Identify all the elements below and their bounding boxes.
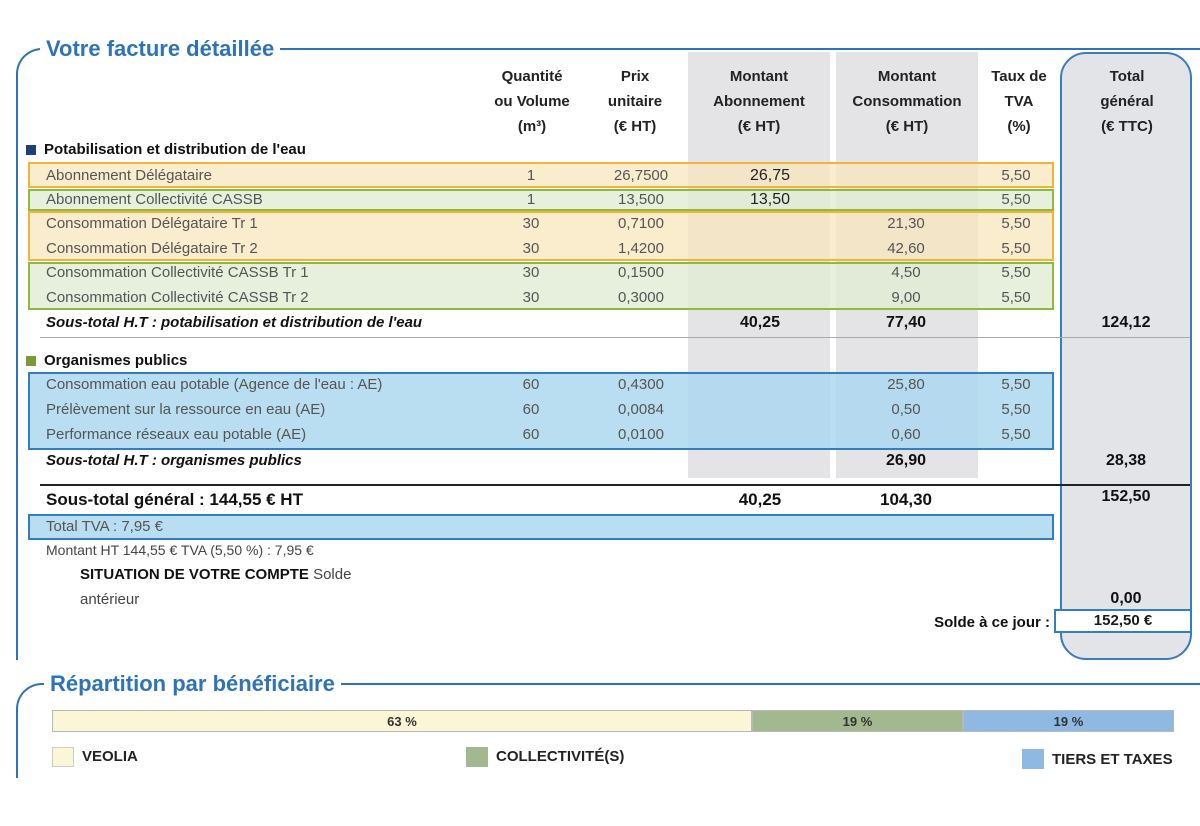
legend-tiers-swatch [1022,749,1044,769]
cell-abo: 13,50 [749,191,791,208]
cell-label: Abonnement Collectivité CASSB [46,191,263,208]
general-subtotal-conso: 104,30 [880,490,932,509]
cell-pu: 0,0084 [618,401,664,418]
cell-pu: 13,500 [618,191,664,208]
cell-tva: 5,50 [1001,240,1031,257]
header-abonnement: Montant Abonnement (€ HT) [713,68,805,135]
cell-pu: 1,4200 [618,240,664,257]
invoice-title: Votre facture détaillée [40,36,281,62]
cell-label: Consommation Délégataire Tr 1 [46,215,258,232]
general-subtotal-total: 152,50 [1101,488,1151,505]
cell-qty: 60 [522,426,540,443]
account-situation: SITUATION DE VOTRE COMPTE Solde [80,566,352,583]
subtotal-organismes-conso: 26,90 [885,452,927,469]
cell-tva: 5,50 [1001,376,1031,393]
subtotal-potabilisation-conso: 77,40 [885,314,927,331]
subtotal-potabilisation-total: 124,12 [1101,314,1151,331]
header-quantity: Quantité ou Volume (m³) [494,68,570,135]
account-previous-label: antérieur [80,591,140,608]
repartition-bar-segment: 19 % [752,710,963,732]
table-row: Consommation Collectivité CASSB Tr 2 30 0,… [46,286,1056,310]
repartition-title: Répartition par bénéficiaire [44,671,341,697]
section-organismes-title: Organismes publics [26,352,187,369]
cell-pu: 0,7100 [618,215,664,232]
cell-pu: 0,1500 [618,264,664,281]
total-column-bg [1060,52,1192,660]
table-row: Consommation eau potable (Agence de l'ea… [46,373,1056,397]
cell-tva: 5,50 [1001,289,1031,306]
highlight-total-tva [28,514,1054,540]
total-tva: Total TVA : 7,95 € [46,518,164,535]
cell-abo: 26,75 [749,167,791,184]
table-row: Consommation Délégataire Tr 1 30 0,7100 21,… [46,212,1056,236]
cell-pu: 26,7500 [613,167,669,184]
cell-pu: 0,4300 [618,376,664,393]
repartition-bar-segment: 19 % [963,710,1174,732]
subtotal-potabilisation-line [40,337,1190,338]
cell-tva: 5,50 [1001,264,1031,281]
cell-tva: 5,50 [1001,215,1031,232]
cell-tva: 5,50 [1001,191,1031,208]
header-tva: Taux de TVA (%) [991,68,1047,135]
cell-label: Prélèvement sur la ressource en eau (AE) [46,401,326,418]
cell-conso: 0,60 [891,426,921,443]
cell-label: Abonnement Délégataire [46,167,212,184]
section-potabilisation-title: Potabilisation et distribution de l'eau [26,141,306,158]
cell-tva: 5,50 [1001,167,1031,184]
cell-qty: 30 [522,264,540,281]
solde-label: Solde à ce jour : [934,614,1050,631]
general-subtotal-abo: 40,25 [738,490,782,509]
general-separator-line [40,484,1190,486]
table-row: Abonnement Délégataire 1 26,7500 26,75 5,50 [46,164,1056,188]
cell-label: Consommation Délégataire Tr 2 [46,240,258,257]
cell-label: Consommation eau potable (Agence de l'ea… [46,376,383,393]
cell-qty: 1 [526,167,536,184]
legend-tiers: TIERS ET TAXES [1052,751,1173,768]
cell-label: Performance réseaux eau potable (AE) [46,426,307,443]
legend-collectivite: COLLECTIVITÉ(S) [496,748,625,765]
cell-qty: 60 [522,376,540,393]
cell-qty: 60 [522,401,540,418]
tva-detail: Montant HT 144,55 € TVA (5,50 %) : 7,95 … [46,542,314,558]
legend-collectivite-swatch [466,747,488,767]
subtotal-organismes-total: 28,38 [1105,452,1147,469]
header-consommation: Montant Consommation (€ HT) [852,68,962,135]
cell-tva: 5,50 [1001,426,1031,443]
cell-conso: 25,80 [887,376,925,393]
general-subtotal-label: Sous-total général : 144,55 € HT [46,490,303,509]
solde-value: 152,50 € [1054,609,1192,633]
table-row: Performance réseaux eau potable (AE) 60 0,… [46,423,1056,447]
cell-pu: 0,3000 [618,289,664,306]
subtotal-potabilisation-abo: 40,25 [739,314,781,331]
cell-conso: 42,60 [887,240,925,257]
cell-qty: 30 [522,240,540,257]
subtotal-potabilisation-label: Sous-total H.T : potabilisation et distr… [46,314,423,331]
cell-conso: 0,50 [891,401,921,418]
cell-qty: 30 [522,289,540,306]
cell-tva: 5,50 [1001,401,1031,418]
table-row: Abonnement Collectivité CASSB 1 13,500 13,5… [46,188,1056,212]
cell-label: Consommation Collectivité CASSB Tr 1 [46,264,309,281]
cell-conso: 21,30 [887,215,925,232]
legend-veolia: VEOLIA [82,748,138,765]
cell-conso: 4,50 [891,264,921,281]
cell-qty: 30 [522,215,540,232]
table-row: Consommation Délégataire Tr 2 30 1,4200 42,… [46,237,1056,261]
subtotal-organismes-label: Sous-total H.T : organismes publics [46,452,302,469]
table-row: Consommation Collectivité CASSB Tr 1 30 0,… [46,261,1056,285]
cell-label: Consommation Collectivité CASSB Tr 2 [46,289,309,306]
account-previous-value: 0,00 [1110,590,1142,607]
section-square-icon [26,144,36,155]
cell-qty: 1 [526,191,536,208]
header-total: Total général (€ TTC) [1100,68,1154,135]
table-row: Prélèvement sur la ressource en eau (AE)… [46,398,1056,422]
header-unit-price: Prix unitaire (€ HT) [607,68,663,135]
cell-conso: 9,00 [891,289,921,306]
cell-pu: 0,0100 [618,426,664,443]
repartition-bar-segment: 63 % [52,710,752,732]
section-square-icon [26,355,36,366]
legend-veolia-swatch [52,747,74,767]
